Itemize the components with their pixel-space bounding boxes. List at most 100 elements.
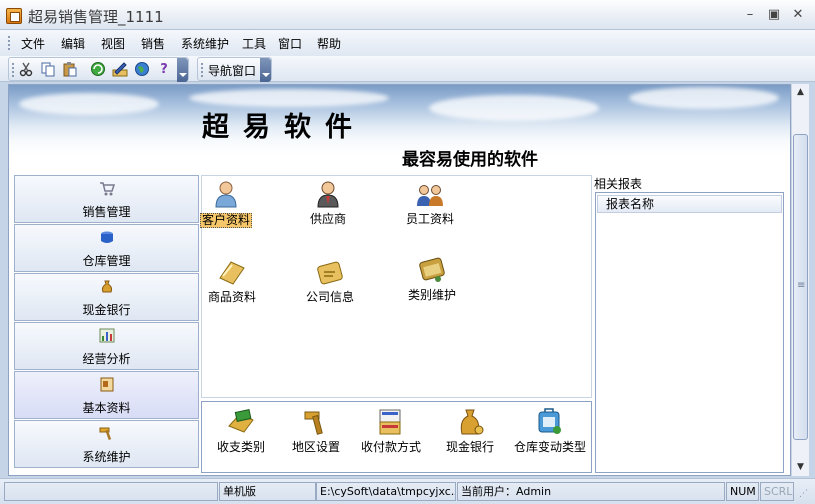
nav-label: 现金银行 (82, 303, 131, 317)
scroll-thumb[interactable] (793, 134, 808, 440)
left-nav: 销售管理 仓库管理 现金银行 经营分析 基本资料 系统维护 (14, 175, 199, 473)
menu-edit[interactable]: 编辑 (61, 35, 85, 52)
income-expense-icon (226, 408, 256, 436)
tile-label: 商品资料 (207, 290, 256, 304)
tile-label: 收付款方式 (360, 440, 421, 454)
tile-income-expense-category[interactable]: 收支类别 (201, 408, 281, 454)
menu-help[interactable]: 帮助 (317, 35, 341, 52)
globe-icon[interactable] (133, 61, 151, 79)
menubar-grip[interactable] (8, 36, 11, 50)
reports-title: 相关报表 (594, 177, 643, 191)
refresh-icon[interactable] (89, 61, 107, 79)
minimize-button[interactable]: – (740, 6, 760, 24)
tile-label: 现金银行 (445, 440, 494, 454)
nav-label: 系统维护 (82, 450, 131, 464)
cash-bank-icon (455, 408, 485, 436)
nav-window-dropdown[interactable] (260, 58, 271, 82)
tile-stock-change-type[interactable]: 仓库变动类型 (510, 408, 590, 454)
help-icon[interactable]: ? (155, 61, 173, 79)
status-mode: 单机版 (219, 482, 316, 501)
stock-change-icon (535, 408, 565, 436)
paste-icon[interactable] (61, 61, 79, 79)
scroll-down-arrow-icon[interactable]: ▼ (792, 459, 809, 476)
tile-label: 客户资料 (199, 213, 252, 228)
resize-grip-icon[interactable]: ⋰ (799, 489, 811, 501)
vertical-scrollbar[interactable]: ▲ ▼ (791, 84, 809, 476)
menu-system-maintenance[interactable]: 系统维护 (181, 35, 229, 52)
settings-icon-panel: 收支类别 地区设置 收付款方式 现金银行 仓库变动类型 (201, 401, 592, 473)
menu-window[interactable]: 窗口 (278, 35, 302, 52)
close-button[interactable]: ✕ (788, 6, 808, 24)
banner-title: 超易软件 (202, 112, 366, 143)
payment-method-icon (376, 408, 406, 436)
menu-file[interactable]: 文件 (21, 35, 45, 52)
document-icon (99, 377, 115, 392)
toolstrip-grip[interactable] (12, 63, 15, 77)
customer-icon (211, 180, 241, 208)
bar-chart-icon (99, 328, 115, 343)
category-icon (417, 256, 447, 284)
nav-item-system-maintenance[interactable]: 系统维护 (14, 420, 199, 468)
tile-label: 仓库变动类型 (513, 440, 586, 454)
app-icon[interactable] (6, 8, 22, 24)
money-bag-icon (99, 279, 115, 294)
tile-company-info[interactable]: 公司信息 (290, 258, 370, 304)
status-pane-blank (4, 482, 218, 501)
window-title: 超易销售管理_1111 (28, 8, 164, 26)
company-info-icon (315, 258, 345, 286)
toolbar: ? 导航窗口 (0, 56, 815, 82)
toolstrip-overflow-dropdown[interactable] (177, 58, 188, 82)
tile-label: 公司信息 (305, 290, 354, 304)
nav-item-basic-data[interactable]: 基本资料 (14, 371, 199, 419)
navigation-toolstrip: 导航窗口 (197, 57, 272, 82)
tile-label: 员工资料 (405, 212, 454, 226)
nav-label: 仓库管理 (82, 254, 131, 268)
tile-staff[interactable]: 员工资料 (390, 180, 470, 226)
title-bar: 超易销售管理_1111 – ▣ ✕ (0, 0, 815, 30)
menu-tools[interactable]: 工具 (242, 35, 266, 52)
status-bar: 单机版 E:\cySoft\data\tmpcyjxc.sys 当前用户：Adm… (0, 478, 815, 504)
main-workspace: 超易软件 最容易使用的软件 销售管理 仓库管理 现金银行 经营分析 基本资料 系… (8, 84, 791, 476)
tile-label: 地区设置 (291, 440, 340, 454)
nav-label: 销售管理 (82, 205, 131, 219)
status-scroll-lock: SCRL (760, 482, 794, 501)
cart-icon (99, 181, 116, 196)
cut-icon[interactable] (17, 61, 35, 79)
tile-customer[interactable]: 客户资料 (186, 180, 266, 228)
status-current-user: 当前用户：Admin (457, 482, 725, 501)
reports-list[interactable]: 报表名称 (595, 192, 784, 473)
nav-item-sales[interactable]: 销售管理 (14, 175, 199, 223)
status-db-path: E:\cySoft\data\tmpcyjxc.sys (316, 482, 456, 501)
tile-label: 供应商 (309, 212, 346, 226)
nav-window-button[interactable]: 导航窗口 (208, 62, 256, 79)
menu-sales[interactable]: 销售 (141, 35, 165, 52)
nav-label: 基本资料 (82, 401, 131, 415)
tile-label: 收支类别 (216, 440, 265, 454)
tile-goods[interactable]: 商品资料 (192, 258, 272, 304)
nav-item-business-analysis[interactable]: 经营分析 (14, 322, 199, 370)
copy-icon[interactable] (39, 61, 57, 79)
tile-region-settings[interactable]: 地区设置 (276, 408, 356, 454)
banner: 超易软件 最容易使用的软件 (9, 85, 790, 173)
standard-toolstrip: ? (8, 57, 189, 82)
staff-icon (415, 180, 445, 208)
edit-icon[interactable] (111, 61, 129, 79)
nav-label: 经营分析 (82, 352, 131, 366)
warehouse-icon (99, 230, 115, 245)
tile-supplier[interactable]: 供应商 (288, 180, 368, 226)
hammer-icon (99, 426, 115, 441)
tile-category[interactable]: 类别维护 (392, 256, 472, 302)
banner-slogan: 最容易使用的软件 (402, 150, 538, 170)
reports-column-header[interactable]: 报表名称 (597, 195, 782, 213)
tile-label: 类别维护 (407, 288, 456, 302)
tile-payment-method[interactable]: 收付款方式 (351, 408, 431, 454)
scroll-up-arrow-icon[interactable]: ▲ (792, 84, 809, 101)
maximize-button[interactable]: ▣ (764, 6, 784, 24)
supplier-icon (313, 180, 343, 208)
tile-cash-bank[interactable]: 现金银行 (430, 408, 510, 454)
nav-item-cash-bank[interactable]: 现金银行 (14, 273, 199, 321)
toolstrip-grip[interactable] (201, 63, 204, 77)
status-num-lock: NUM (726, 482, 759, 501)
nav-item-warehouse[interactable]: 仓库管理 (14, 224, 199, 272)
menu-view[interactable]: 视图 (101, 35, 125, 52)
